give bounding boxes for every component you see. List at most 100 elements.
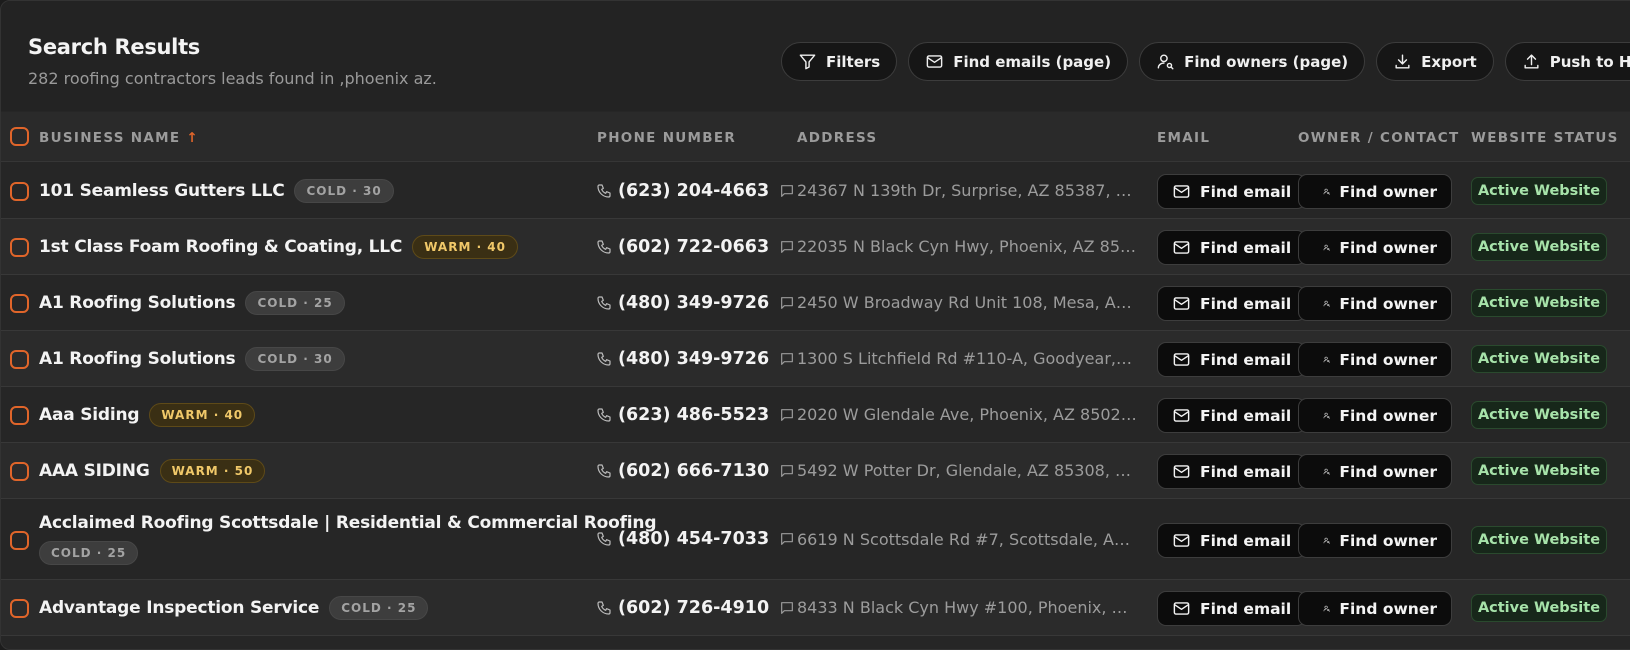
row-checkbox[interactable] xyxy=(10,238,29,257)
results-panel: Search Results 282 roofing contractors l… xyxy=(0,0,1630,650)
phone-number[interactable]: (623) 204-4663 xyxy=(618,181,769,201)
find-owner-button[interactable]: Find owner xyxy=(1298,591,1452,626)
column-header-address: ADDRESS xyxy=(797,130,878,146)
sort-ascending-icon: ↑ xyxy=(186,130,199,146)
lead-score-badge: WARM · 40 xyxy=(149,402,256,427)
phone-cell: (602) 722-0663 xyxy=(596,219,795,274)
sms-button[interactable] xyxy=(779,600,795,616)
export-button[interactable]: Export xyxy=(1376,42,1494,81)
address-cell: 6619 N Scottsdale Rd #7, Scottsdale, AZ … xyxy=(797,499,1137,579)
business-name-cell: Acclaimed Roofing Scottsdale | Residenti… xyxy=(39,499,656,579)
find-owner-button[interactable]: Find owner xyxy=(1298,230,1452,265)
sms-button[interactable] xyxy=(779,239,795,255)
table-row[interactable]: Aaa Siding WARM · 40 (623) 486-5523 2020 W … xyxy=(1,387,1630,443)
find-owner-button[interactable]: Find owner xyxy=(1298,523,1452,558)
row-checkbox[interactable] xyxy=(10,182,29,201)
table-row[interactable]: Advantage Inspection Service COLD · 25 (60… xyxy=(1,580,1630,636)
find-owner-label: Find owner xyxy=(1339,406,1437,425)
business-name[interactable]: Aaa Siding xyxy=(39,405,140,425)
user-search-icon xyxy=(1323,300,1330,307)
phone-number[interactable]: (480) 349-9726 xyxy=(618,293,769,313)
find-owner-label: Find owner xyxy=(1339,294,1437,313)
filter-icon xyxy=(799,54,816,70)
website-status-badge: Active Website xyxy=(1471,289,1607,317)
sms-button[interactable] xyxy=(779,407,795,423)
row-checkbox[interactable] xyxy=(10,462,29,481)
find-email-button[interactable]: Find email xyxy=(1157,454,1307,489)
find-owner-button[interactable]: Find owner xyxy=(1298,286,1452,321)
address-cell: 1300 S Litchfield Rd #110-A, Goodyear, A… xyxy=(797,331,1137,386)
business-name[interactable]: A1 Roofing Solutions xyxy=(39,349,236,369)
table-row[interactable]: AAA SIDING WARM · 50 (602) 666-7130 5492 W … xyxy=(1,443,1630,499)
find-email-button[interactable]: Find email xyxy=(1157,523,1307,558)
find-email-button[interactable]: Find email xyxy=(1157,591,1307,626)
select-all-checkbox[interactable] xyxy=(10,127,29,146)
business-name-cell: A1 Roofing Solutions COLD · 30 xyxy=(39,331,584,386)
find-owner-label: Find owner xyxy=(1339,531,1437,550)
lead-score-badge: WARM · 40 xyxy=(412,234,518,259)
find-email-button[interactable]: Find email xyxy=(1157,398,1307,433)
find-owner-label: Find owner xyxy=(1339,599,1437,618)
lead-score-badge: COLD · 30 xyxy=(245,346,345,371)
upload-icon xyxy=(1524,54,1539,69)
row-checkbox[interactable] xyxy=(10,531,29,550)
table-row[interactable]: A1 Roofing Solutions COLD · 25 (480) 349-9… xyxy=(1,275,1630,331)
phone-number[interactable]: (602) 666-7130 xyxy=(618,461,769,481)
website-status-badge: Active Website xyxy=(1471,457,1607,485)
message-icon xyxy=(781,464,794,477)
find-owners-page-button[interactable]: Find owners (page) xyxy=(1139,42,1366,81)
toolbar: Filters Find emails (page) Find owners (… xyxy=(781,42,1630,81)
business-name[interactable]: Advantage Inspection Service xyxy=(39,598,319,618)
find-email-label: Find email xyxy=(1200,462,1292,481)
table-row[interactable]: 101 Seamless Gutters LLC COLD · 30 (623) 2… xyxy=(1,163,1630,219)
find-email-button[interactable]: Find email xyxy=(1157,342,1307,377)
user-search-icon xyxy=(1323,605,1330,612)
business-name[interactable]: Acclaimed Roofing Scottsdale | Residenti… xyxy=(39,513,656,533)
lead-score-badge: COLD · 25 xyxy=(39,541,139,565)
find-owner-button[interactable]: Find owner xyxy=(1298,398,1452,433)
find-owner-button[interactable]: Find owner xyxy=(1298,174,1452,209)
column-header-business-name[interactable]: BUSINESS NAME ↑ xyxy=(39,130,199,146)
phone-number[interactable]: (480) 454-7033 xyxy=(618,529,769,549)
row-checkbox[interactable] xyxy=(10,350,29,369)
sms-button[interactable] xyxy=(779,183,795,199)
table-row[interactable]: A1 Roofing Solutions COLD · 30 (480) 349-9… xyxy=(1,331,1630,387)
row-checkbox[interactable] xyxy=(10,406,29,425)
mail-icon xyxy=(1173,241,1190,254)
filters-button[interactable]: Filters xyxy=(781,42,898,81)
business-name[interactable]: AAA SIDING xyxy=(39,461,150,481)
phone-number[interactable]: (623) 486-5523 xyxy=(618,405,769,425)
find-owner-button[interactable]: Find owner xyxy=(1298,454,1452,489)
phone-number[interactable]: (480) 349-9726 xyxy=(618,349,769,369)
mail-icon xyxy=(1173,185,1190,198)
address-cell: 24367 N 139th Dr, Surprise, AZ 85387, US… xyxy=(797,163,1137,218)
business-name[interactable]: A1 Roofing Solutions xyxy=(39,293,236,313)
website-status-badge: Active Website xyxy=(1471,345,1607,373)
sms-button[interactable] xyxy=(779,351,795,367)
mail-icon xyxy=(1173,602,1190,615)
sms-button[interactable] xyxy=(779,463,795,479)
sms-button[interactable] xyxy=(779,531,795,547)
phone-number[interactable]: (602) 722-0663 xyxy=(618,237,769,257)
find-email-button[interactable]: Find email xyxy=(1157,286,1307,321)
row-checkbox[interactable] xyxy=(10,294,29,313)
push-to-hubspot-button[interactable]: Push to HubSpot xyxy=(1504,42,1630,81)
user-search-icon xyxy=(1323,188,1330,195)
phone-icon xyxy=(597,239,611,254)
sms-button[interactable] xyxy=(779,295,795,311)
row-checkbox[interactable] xyxy=(10,599,29,618)
phone-cell: (623) 486-5523 xyxy=(596,387,795,442)
business-name[interactable]: 1st Class Foam Roofing & Coating, LLC xyxy=(39,237,402,257)
find-owner-button[interactable]: Find owner xyxy=(1298,342,1452,377)
table-row[interactable]: 1st Class Foam Roofing & Coating, LLC WAR… xyxy=(1,219,1630,275)
table-row[interactable]: Acclaimed Roofing Scottsdale | Residenti… xyxy=(1,499,1630,580)
business-name-cell: Advantage Inspection Service COLD · 25 xyxy=(39,580,584,635)
find-owner-label: Find owner xyxy=(1339,182,1437,201)
business-name[interactable]: 101 Seamless Gutters LLC xyxy=(39,181,285,201)
message-icon xyxy=(781,533,794,545)
find-email-button[interactable]: Find email xyxy=(1157,174,1307,209)
find-email-button[interactable]: Find email xyxy=(1157,230,1307,265)
phone-icon xyxy=(597,407,611,422)
phone-number[interactable]: (602) 726-4910 xyxy=(618,598,769,618)
find-emails-page-button[interactable]: Find emails (page) xyxy=(908,42,1129,81)
